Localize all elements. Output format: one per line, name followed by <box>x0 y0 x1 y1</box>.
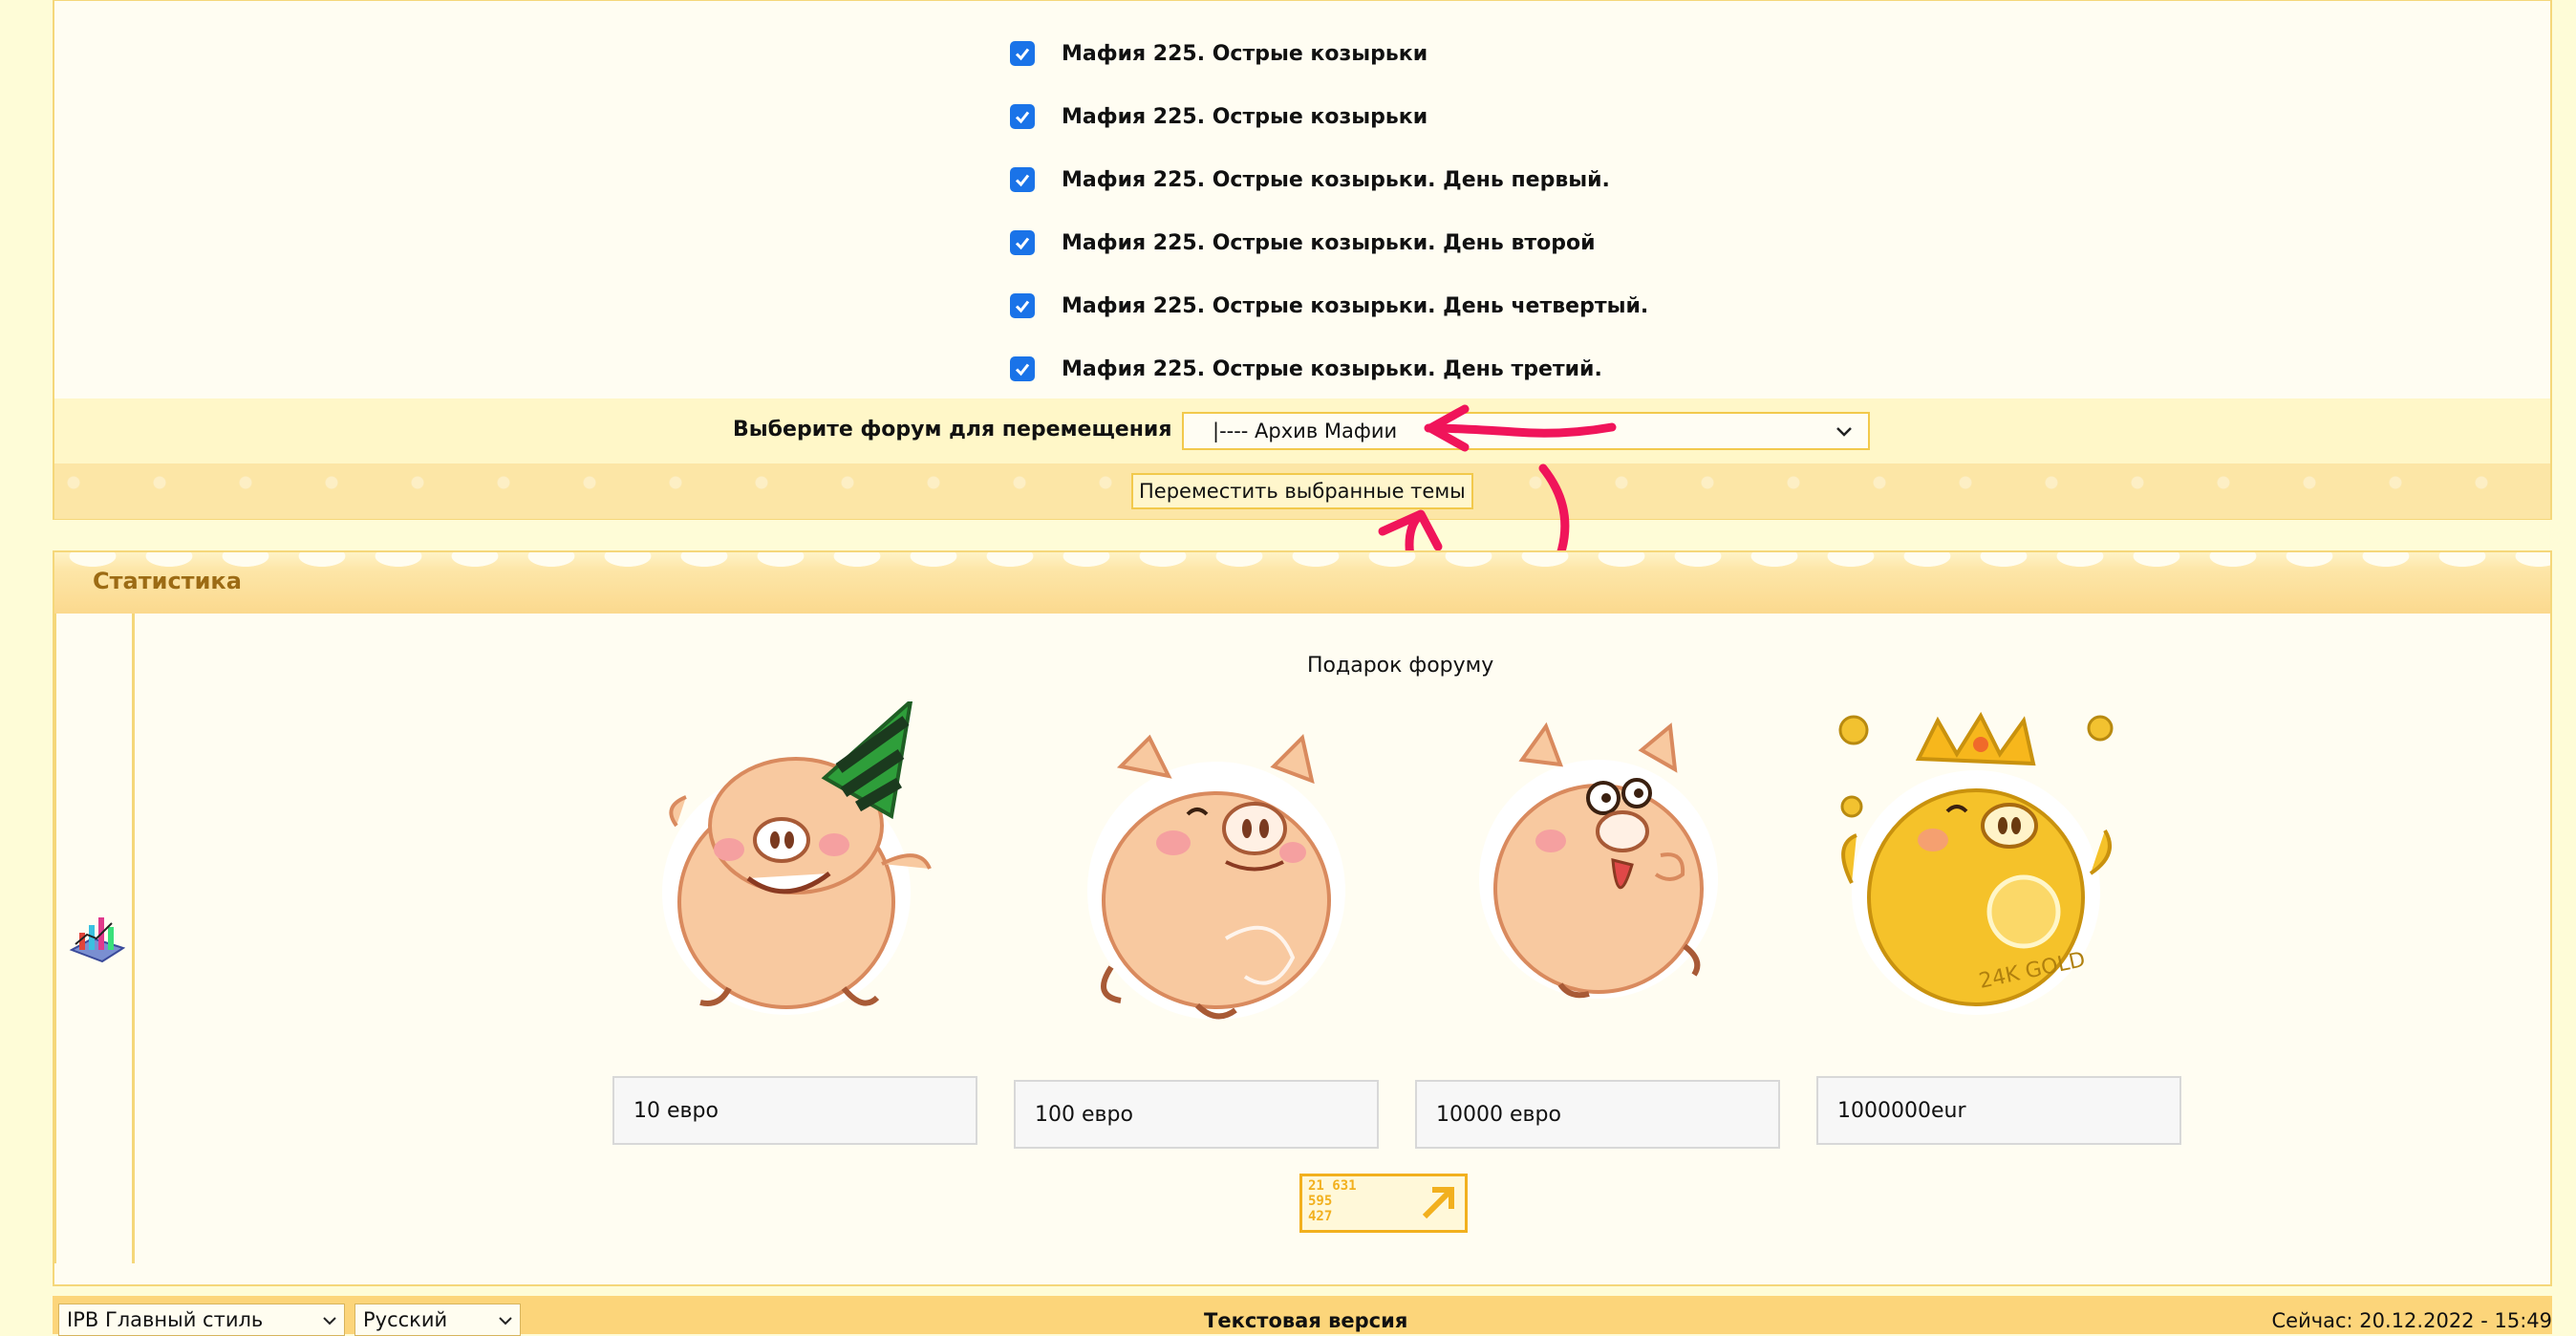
gift-title: Подарок форуму <box>1307 654 1494 678</box>
price-box-10: 10 евро <box>612 1076 977 1145</box>
current-time: Сейчас: 20.12.2022 - 15:49 <box>2271 1309 2553 1332</box>
counter-line: 595 <box>1308 1194 1333 1209</box>
chevron-down-icon <box>499 1317 512 1325</box>
party-pig-image <box>662 701 932 1015</box>
price-box-100: 100 евро <box>1014 1080 1379 1149</box>
gold-pig-image: 24K GOLD <box>1838 711 2114 1015</box>
counter-line: 21 631 <box>1308 1178 1357 1194</box>
statistics-title: Статистика <box>93 568 242 594</box>
arrow-up-right-icon <box>1422 1187 1454 1219</box>
counter-line: 427 <box>1308 1209 1333 1224</box>
text-version-link[interactable]: Текстовая версия <box>1204 1309 1407 1332</box>
price-label: 1000000eur <box>1837 1098 1966 1123</box>
counter-text: 21 631 595 427 <box>1308 1178 1357 1224</box>
skin-select[interactable]: IPB Главный стиль <box>58 1304 345 1336</box>
price-label: 10 евро <box>633 1098 719 1123</box>
page: Мафия 225. Острые козырьки Мафия 225. Ос… <box>53 0 2552 1336</box>
statistics-icon-cell <box>54 614 135 1263</box>
price-box-1000000: 1000000eur <box>1816 1076 2181 1145</box>
skin-select-value: IPB Главный стиль <box>67 1308 264 1331</box>
chevron-down-icon <box>1834 420 1855 446</box>
statistics-content: Подарок форуму 24K GOLD 10 евро 100 евро… <box>137 614 2544 1263</box>
statistics-panel: Статистика Подарок форуму 24K GOLD 10 ев… <box>53 550 2552 1286</box>
header-decoration <box>54 552 2550 577</box>
annotation-arrows <box>1378 404 1617 608</box>
language-select[interactable]: Русский <box>354 1304 521 1336</box>
chart-icon <box>69 917 125 963</box>
surprised-pig-image <box>1479 722 1718 999</box>
statistics-body: Подарок форуму 24K GOLD 10 евро 100 евро… <box>54 614 2550 1284</box>
price-box-10000: 10000 евро <box>1415 1080 1780 1149</box>
price-label: 10000 евро <box>1436 1102 1561 1127</box>
visitor-counter[interactable]: 21 631 595 427 <box>1299 1174 1468 1233</box>
statistics-header: Статистика <box>54 552 2550 614</box>
footer-bar: IPB Главный стиль Русский Текстовая верс… <box>53 1296 2553 1336</box>
chevron-down-icon <box>323 1317 336 1325</box>
waving-pig-image <box>1087 734 1345 1020</box>
price-label: 100 евро <box>1035 1102 1133 1127</box>
language-select-value: Русский <box>363 1308 448 1331</box>
